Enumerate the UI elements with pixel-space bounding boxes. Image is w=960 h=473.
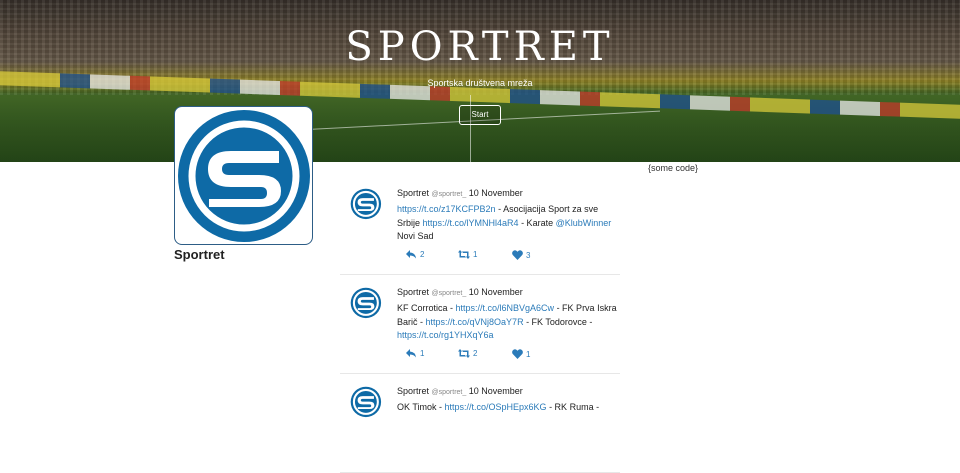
tweet-link[interactable]: https://t.co/lYMNHl4aR4	[423, 218, 519, 228]
tweet-link[interactable]: https://t.co/qVNj8OaY7R	[426, 317, 524, 327]
retweet-button[interactable]: 2	[458, 349, 477, 358]
site-subtitle: Sportska društvena mreža	[427, 78, 533, 88]
tweet-avatar-icon[interactable]	[350, 188, 382, 220]
tweet-author[interactable]: Sportret	[397, 188, 429, 198]
start-button[interactable]: Start	[459, 105, 501, 125]
like-button[interactable]: 3	[512, 250, 530, 260]
tweet-item: Sportret @sportret_ 10 November KF Corrot…	[340, 275, 620, 374]
tweet-text-segment: Novi Sad	[397, 231, 434, 241]
tweet-link[interactable]: @KlubWinner	[556, 218, 612, 228]
like-count: 3	[526, 250, 531, 260]
profile-name: Sportret	[174, 247, 225, 262]
reply-button[interactable]: 2	[406, 250, 424, 259]
site-title: SPORTRET	[345, 24, 615, 70]
tweet-text: KF Corrotica - https://t.co/l6NBVgA6Cw -…	[397, 302, 617, 343]
tweet-handle[interactable]: @sportret_	[432, 191, 467, 198]
sportret-logo-icon	[178, 110, 310, 242]
like-count: 1	[526, 349, 531, 359]
twitter-feed: Sportret @sportret_ 10 November https://t…	[340, 176, 620, 473]
reply-count: 1	[420, 349, 425, 358]
retweet-button[interactable]: 1	[458, 250, 477, 259]
retweet-icon	[458, 349, 470, 358]
tweet-handle[interactable]: @sportret_	[432, 290, 467, 297]
reply-count: 2	[420, 250, 425, 259]
reply-icon	[406, 250, 417, 259]
hero-banner: SPORTRET Sportska društvena mreža Start	[0, 0, 960, 162]
tweet-header: Sportret @sportret_ 10 November	[397, 386, 523, 396]
like-icon	[512, 250, 523, 260]
tweet-text-segment: KF Corrotica -	[397, 303, 456, 313]
tweet-item: Sportret @sportret_ 10 November https://t…	[340, 176, 620, 275]
tweet-date[interactable]: 10 November	[469, 188, 523, 198]
tweet-avatar-icon[interactable]	[350, 287, 382, 319]
code-placeholder: {some code}	[648, 163, 699, 173]
like-button[interactable]: 1	[512, 349, 530, 359]
retweet-count: 2	[473, 349, 478, 358]
tweet-link[interactable]: https://t.co/l6NBVgA6Cw	[456, 303, 555, 313]
tweet-actions: 1 2 1	[406, 349, 606, 361]
tweet-link[interactable]: https://t.co/z17KCFPB2n	[397, 204, 496, 214]
like-icon	[512, 349, 523, 359]
tweet-avatar-icon[interactable]	[350, 386, 382, 418]
tweet-text-segment: OK Timok -	[397, 402, 445, 412]
profile-avatar	[174, 106, 313, 245]
tweet-link[interactable]: https://t.co/OSpHEpx6KG	[445, 402, 547, 412]
tweet-author[interactable]: Sportret	[397, 386, 429, 396]
tweet-text: OK Timok - https://t.co/OSpHEpx6KG - RK …	[397, 401, 617, 415]
tweet-text-segment: - Karate	[518, 217, 556, 228]
retweet-count: 1	[473, 250, 478, 259]
tweet-item: Sportret @sportret_ 10 November OK Timok …	[340, 374, 620, 473]
retweet-icon	[458, 250, 470, 259]
reply-icon	[406, 349, 417, 358]
tweet-date[interactable]: 10 November	[469, 386, 523, 396]
reply-button[interactable]: 1	[406, 349, 424, 358]
tweet-date[interactable]: 10 November	[469, 287, 523, 297]
tweet-author[interactable]: Sportret	[397, 287, 429, 297]
tweet-actions: 2 1 3	[406, 250, 606, 262]
tweet-text-segment: - FK Todorovce -	[523, 316, 593, 327]
tweet-link[interactable]: https://t.co/rg1YHXqY6a	[397, 330, 494, 340]
tweet-text: https://t.co/z17KCFPB2n - Asocijacija Sp…	[397, 203, 617, 244]
tweet-text-segment: - RK Ruma -	[546, 402, 600, 412]
tweet-header: Sportret @sportret_ 10 November	[397, 188, 523, 198]
tweet-handle[interactable]: @sportret_	[432, 389, 467, 396]
tweet-header: Sportret @sportret_ 10 November	[397, 287, 523, 297]
